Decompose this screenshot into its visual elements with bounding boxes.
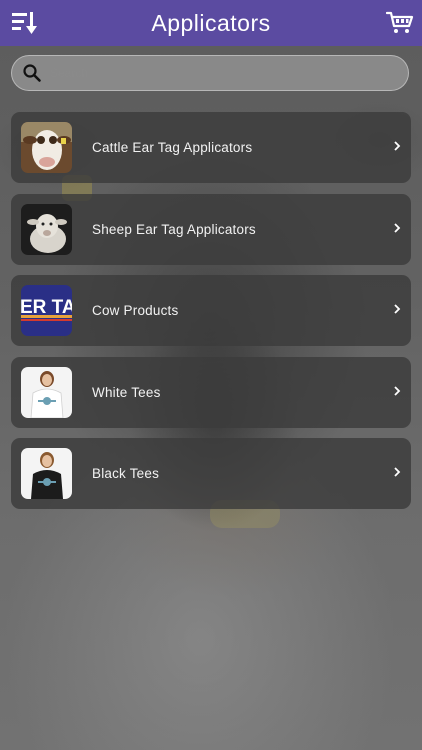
sort-button[interactable]	[10, 9, 38, 37]
black-tee-thumbnail	[21, 448, 72, 499]
category-list: Cattle Ear Tag Applicators Sheep Ear Tag…	[11, 112, 411, 520]
sheep-thumbnail	[21, 203, 72, 255]
item-label: Cattle Ear Tag Applicators	[92, 140, 253, 155]
item-label: Cow Products	[92, 303, 179, 318]
list-item-cow-products[interactable]: ER TA Cow Products	[11, 275, 411, 346]
list-item-sheep-ear-tag-applicators[interactable]: Sheep Ear Tag Applicators	[11, 193, 411, 265]
chevron-right-icon	[394, 141, 401, 151]
shopping-cart-icon	[385, 11, 414, 33]
item-label: Sheep Ear Tag Applicators	[92, 221, 256, 237]
chevron-right-icon	[394, 385, 401, 396]
search-icon	[23, 64, 41, 82]
list-item-white-tees[interactable]: White Tees	[11, 356, 411, 428]
thumbnail-logo-text: ER TA	[21, 297, 72, 318]
sort-descending-icon	[12, 12, 37, 34]
cart-button[interactable]	[385, 9, 414, 37]
search-input[interactable]	[48, 65, 382, 81]
chevron-right-icon	[394, 304, 401, 314]
white-tee-thumbnail	[21, 366, 72, 418]
cattle-thumbnail	[21, 122, 72, 173]
page-title: Applicators	[151, 9, 271, 36]
app-header: Applicators	[0, 0, 422, 46]
item-label: Black Tees	[92, 466, 160, 481]
chevron-right-icon	[394, 467, 401, 477]
list-item-black-tees[interactable]: Black Tees	[11, 438, 411, 509]
chevron-right-icon	[394, 222, 401, 233]
search-bar[interactable]	[11, 55, 409, 91]
item-label: White Tees	[92, 384, 161, 400]
list-item-cattle-ear-tag-applicators[interactable]: Cattle Ear Tag Applicators	[11, 112, 411, 183]
ear-tag-logo-thumbnail: ER TA	[21, 285, 72, 336]
